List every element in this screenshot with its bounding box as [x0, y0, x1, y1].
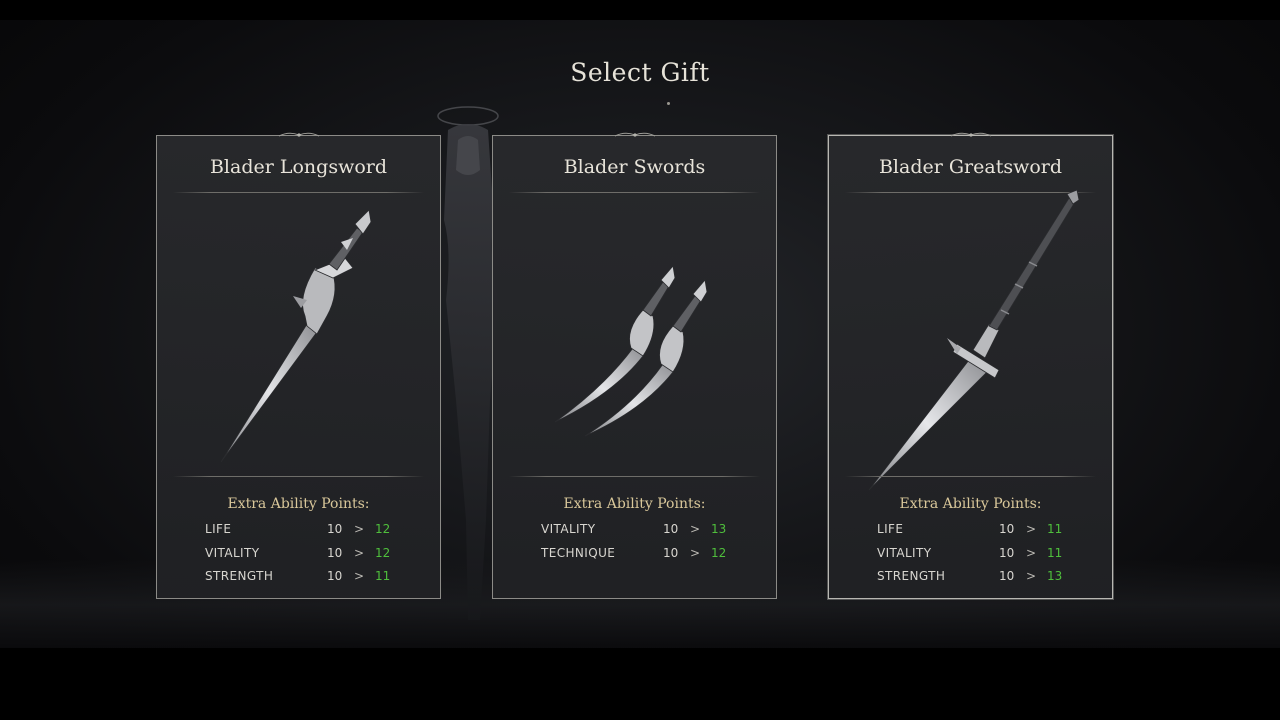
card-ornament-icon [278, 132, 319, 137]
title-marker [667, 102, 670, 105]
gift-selection-screen: Select Gift Blader Longsword Extra Abili… [0, 0, 1280, 720]
stat-name: VITALITY [877, 545, 932, 560]
stat-arrow: > [1026, 569, 1037, 583]
stats-list: VITALITY 10 > 13 TECHNIQUE 10 > 12 [541, 519, 741, 566]
stat-new-value: 13 [711, 522, 727, 536]
gift-card-swords[interactable]: Blader Swords Extra Ability Points: VITA… [492, 132, 777, 599]
stat-arrow: > [354, 545, 365, 560]
stat-arrow: > [690, 522, 701, 536]
stat-row: STRENGTH 10 > 11 [205, 566, 405, 590]
stat-base-value: 10 [663, 545, 679, 560]
divider [509, 192, 760, 193]
stat-new-value: 12 [711, 545, 727, 560]
divider [173, 476, 424, 477]
divider [173, 192, 424, 193]
stat-new-value: 13 [1047, 569, 1063, 583]
card-title: Blader Greatsword [878, 156, 1063, 178]
stat-row: STRENGTH 10 > 13 [877, 566, 1077, 590]
stat-arrow: > [1026, 522, 1037, 536]
stat-name: STRENGTH [877, 569, 946, 583]
stat-base-value: 10 [999, 569, 1015, 583]
stat-arrow: > [1026, 545, 1037, 560]
stats-list: LIFE 10 > 11 VITALITY 10 > 11 STRENGTH 1… [877, 519, 1077, 590]
greatsword-icon [868, 189, 1080, 491]
stat-name: LIFE [205, 522, 232, 536]
section-heading: Extra Ability Points: [563, 496, 706, 512]
stat-row: VITALITY 10 > 11 [877, 543, 1077, 567]
longsword-icon [220, 209, 372, 463]
divider [509, 476, 760, 477]
stat-row: VITALITY 10 > 12 [205, 543, 405, 567]
section-heading: Extra Ability Points: [227, 496, 370, 512]
stat-name: STRENGTH [205, 569, 274, 583]
stat-arrow: > [354, 522, 365, 536]
stat-base-value: 10 [327, 569, 343, 583]
gift-card-greatsword[interactable]: Blader Greatsword Extra Ability Points: … [828, 132, 1113, 599]
twin-swords-icon [554, 265, 708, 437]
stat-new-value: 11 [1047, 522, 1063, 536]
stat-base-value: 10 [999, 522, 1015, 536]
divider [845, 192, 1096, 193]
stat-name: VITALITY [205, 545, 260, 560]
page-title: Select Gift [570, 58, 710, 87]
stat-name: VITALITY [541, 522, 596, 536]
stat-new-value: 12 [375, 522, 391, 536]
section-heading: Extra Ability Points: [899, 496, 1042, 512]
card-ornament-icon [614, 132, 655, 137]
card-ornament-icon [950, 132, 991, 137]
gift-card-longsword[interactable]: Blader Longsword Extra Ability Points: L… [156, 132, 441, 599]
divider [845, 476, 1096, 477]
card-title: Blader Swords [563, 156, 706, 178]
stat-row: VITALITY 10 > 13 [541, 519, 741, 543]
stat-base-value: 10 [663, 522, 679, 536]
stat-base-value: 10 [999, 545, 1015, 560]
stat-arrow: > [354, 569, 365, 583]
letterbox-top [0, 0, 1280, 20]
stat-row: LIFE 10 > 12 [205, 519, 405, 543]
stat-new-value: 11 [375, 569, 391, 583]
stat-arrow: > [690, 545, 701, 560]
stat-base-value: 10 [327, 545, 343, 560]
stat-base-value: 10 [327, 522, 343, 536]
stat-new-value: 12 [375, 545, 391, 560]
stat-row: TECHNIQUE 10 > 12 [541, 543, 741, 567]
stats-list: LIFE 10 > 12 VITALITY 10 > 12 STRENGTH 1… [205, 519, 405, 590]
stat-name: TECHNIQUE [541, 545, 616, 560]
stat-row: LIFE 10 > 11 [877, 519, 1077, 543]
letterbox-bottom [0, 648, 1280, 720]
stat-new-value: 11 [1047, 545, 1063, 560]
stat-name: LIFE [877, 522, 904, 536]
card-title: Blader Longsword [209, 156, 388, 178]
